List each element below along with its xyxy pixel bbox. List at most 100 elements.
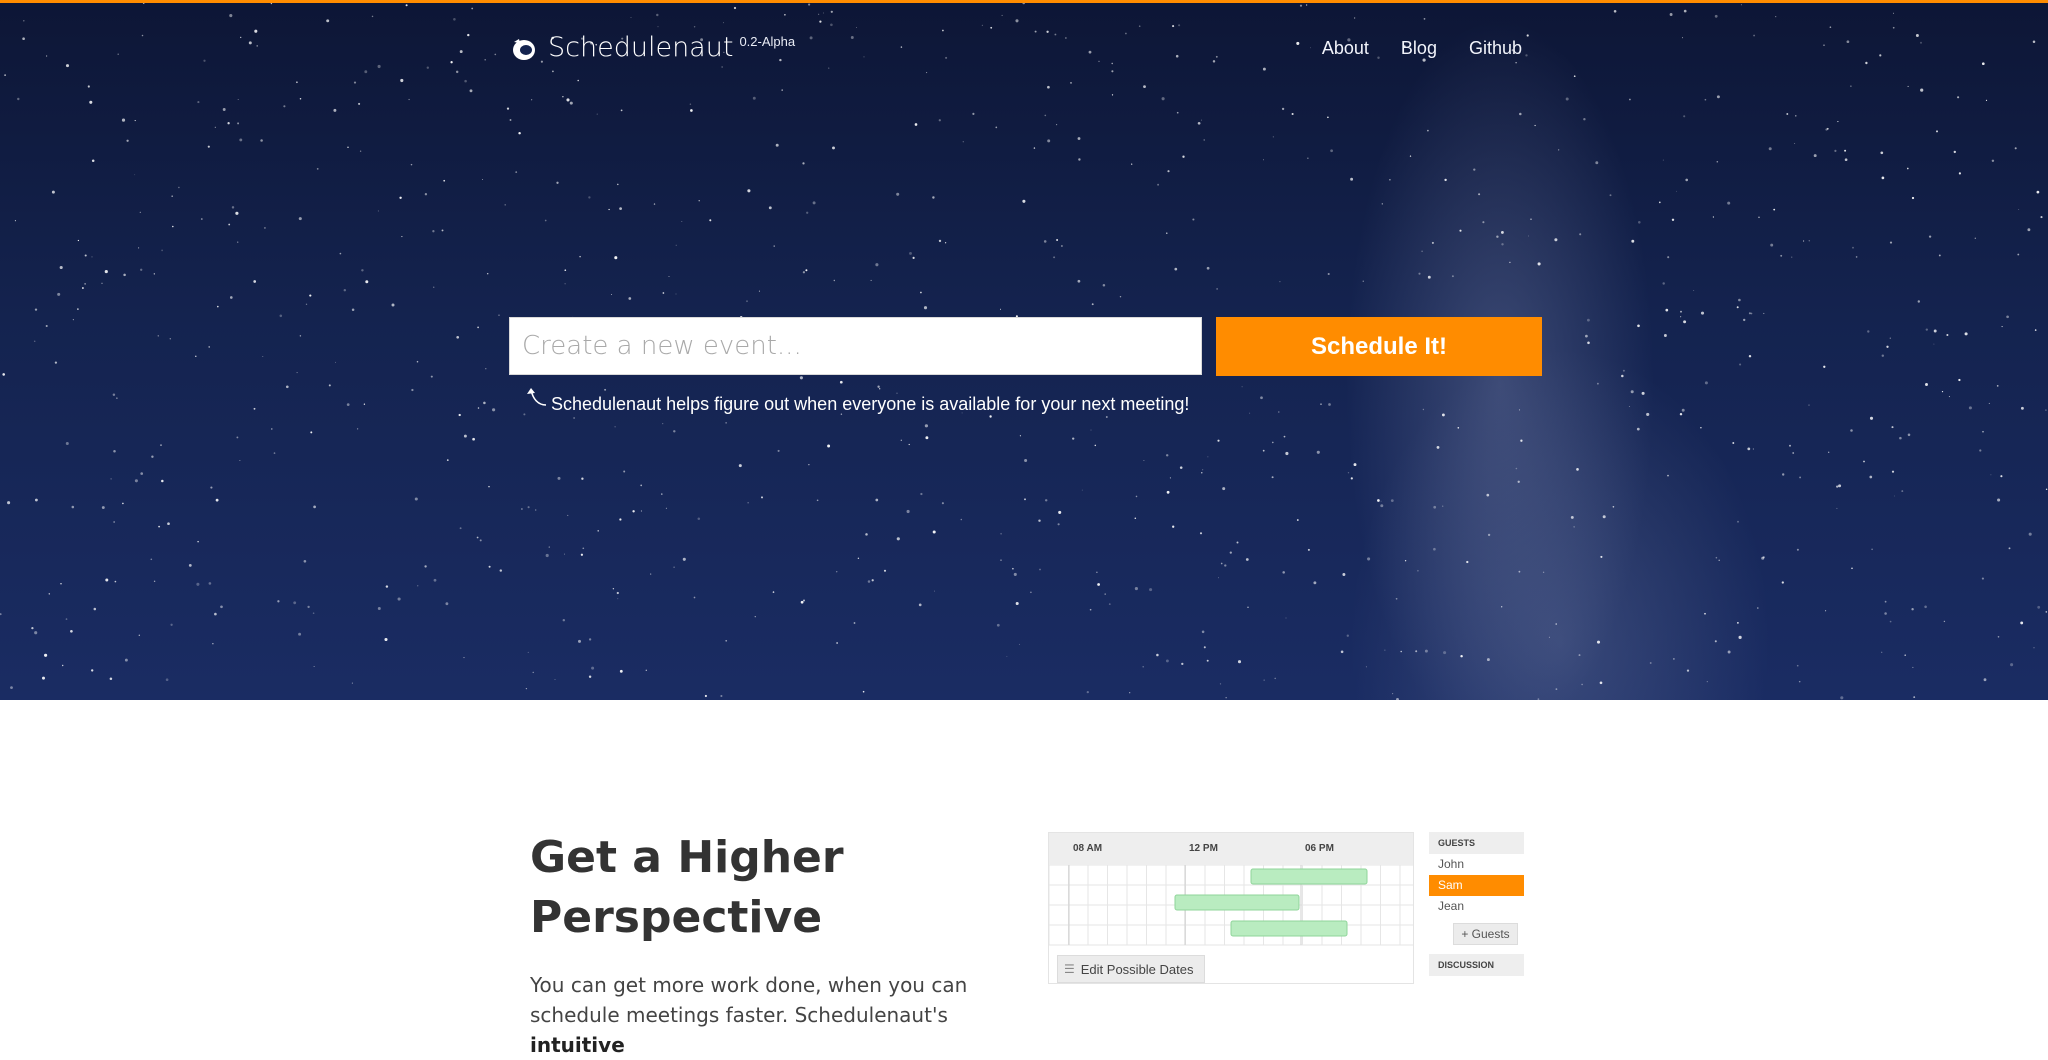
star	[1218, 577, 1220, 579]
star	[1748, 312, 1751, 315]
star	[229, 296, 233, 299]
star	[60, 582, 62, 585]
star	[839, 380, 843, 384]
star	[1823, 365, 1826, 368]
star	[1736, 306, 1739, 309]
star	[925, 436, 929, 440]
brand[interactable]: Schedulenaut 0.2-Alpha	[510, 30, 795, 66]
star	[296, 372, 298, 374]
star	[933, 590, 935, 592]
star	[433, 286, 435, 288]
star	[1518, 570, 1521, 573]
star	[105, 578, 109, 582]
star	[604, 388, 607, 391]
star	[1933, 343, 1935, 345]
star	[1305, 4, 1308, 6]
star	[573, 417, 575, 419]
star	[459, 50, 463, 54]
star	[1135, 495, 1138, 498]
star	[1078, 158, 1081, 161]
star	[912, 256, 915, 259]
star	[1982, 430, 1984, 433]
star	[1182, 155, 1185, 158]
schedule-it-button[interactable]: Schedule It!	[1216, 317, 1542, 376]
star	[1794, 142, 1796, 145]
star	[709, 219, 712, 222]
star	[1044, 499, 1048, 502]
star	[1206, 266, 1210, 270]
star	[1786, 113, 1789, 115]
star	[1595, 161, 1599, 165]
star	[150, 558, 153, 561]
star	[1558, 149, 1560, 151]
star	[446, 459, 449, 461]
star	[1206, 659, 1209, 662]
star	[682, 557, 686, 561]
star	[1517, 480, 1520, 483]
star	[34, 631, 38, 635]
star	[1241, 386, 1243, 388]
star	[151, 455, 154, 458]
star	[1362, 280, 1364, 282]
star	[1850, 429, 1853, 432]
star	[1203, 646, 1206, 649]
nav-github-link[interactable]: Github	[1469, 36, 1522, 60]
star	[1473, 168, 1476, 171]
star	[1537, 262, 1541, 266]
star	[424, 565, 427, 568]
star	[488, 565, 491, 568]
star	[453, 18, 456, 21]
star	[1628, 98, 1631, 101]
star	[240, 36, 242, 39]
star	[803, 599, 805, 602]
star	[941, 502, 944, 505]
brand-name: Schedulenaut	[548, 32, 734, 63]
star	[1044, 114, 1047, 117]
star	[1346, 634, 1349, 637]
star	[153, 273, 155, 275]
star	[1669, 13, 1673, 16]
star	[124, 658, 128, 662]
star	[535, 509, 537, 511]
star	[1165, 454, 1169, 457]
star	[463, 657, 465, 659]
star	[784, 13, 786, 16]
star	[506, 107, 510, 110]
star	[2045, 488, 2048, 491]
star	[310, 431, 313, 434]
star	[1612, 505, 1615, 508]
star	[1782, 473, 1785, 476]
star	[1636, 427, 1640, 431]
star	[1704, 612, 1706, 615]
star	[942, 29, 944, 32]
star	[417, 585, 419, 587]
star	[2033, 647, 2035, 649]
star	[996, 623, 1000, 627]
star	[1365, 666, 1367, 668]
star	[999, 308, 1002, 310]
star	[401, 236, 403, 238]
star	[353, 81, 357, 84]
nav-about-link[interactable]: About	[1322, 36, 1369, 60]
star	[361, 269, 364, 272]
star	[1451, 275, 1454, 278]
calendar-header: 08 AM 12 PM 06 PM	[1049, 833, 1413, 865]
star	[1869, 475, 1873, 479]
star	[2040, 216, 2043, 219]
star	[215, 498, 219, 502]
star	[1436, 445, 1440, 449]
new-event-input[interactable]	[509, 317, 1202, 375]
star	[760, 496, 764, 499]
star	[411, 388, 414, 392]
nav-blog-link[interactable]: Blog	[1401, 36, 1437, 60]
star	[1272, 136, 1274, 138]
star	[995, 126, 998, 129]
star	[1789, 444, 1791, 447]
star	[309, 294, 312, 297]
star	[1047, 85, 1050, 89]
time-label: 06 PM	[1305, 843, 1334, 854]
star	[1019, 435, 1021, 437]
star	[227, 122, 230, 125]
star	[960, 518, 963, 521]
star	[945, 56, 948, 59]
